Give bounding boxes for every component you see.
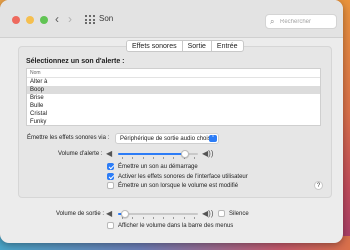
- list-item[interactable]: Alter à: [27, 78, 320, 86]
- alert-sound-list[interactable]: Nom Alter à Boop Brise Bulle Cristal Fun…: [26, 68, 321, 126]
- slider-tick: [173, 157, 175, 159]
- mute-row[interactable]: Silence: [218, 210, 249, 217]
- volume-feedback-checkbox[interactable]: [107, 182, 114, 189]
- slider-ticks: [118, 217, 198, 220]
- mute-label: Silence: [229, 210, 249, 217]
- slider-tick: [132, 157, 134, 159]
- show-all-grid-icon[interactable]: [85, 15, 97, 24]
- output-device-select[interactable]: Périphérique de sortie audio choisi ⌃: [115, 133, 219, 144]
- slider-tick: [183, 217, 185, 219]
- tab-output[interactable]: Sortie: [181, 41, 211, 51]
- menu-bar-volume-label: Afficher le volume dans la barre des men…: [118, 222, 234, 229]
- slider-tick: [163, 217, 165, 219]
- output-volume-label: Volume de sortie :: [56, 211, 105, 217]
- alert-sound-heading: Sélectionnez un son d'alerte :: [26, 58, 125, 65]
- volume-feedback-label: Émettre un son lorsque le volume est mod…: [118, 182, 239, 189]
- volume-low-icon: ◀: [106, 149, 113, 158]
- title-bar: ‹ › Son ⌕: [0, 0, 343, 38]
- list-item[interactable]: Brise: [27, 94, 320, 102]
- slider-tick: [142, 217, 144, 219]
- sound-preferences-window: ‹ › Son ⌕ Effets sonores Sortie Entrée S…: [0, 0, 343, 243]
- startup-sound-row[interactable]: Émettre un son au démarrage: [107, 163, 198, 170]
- popup-arrow-icon: ⌃: [209, 135, 217, 142]
- slider-tick: [152, 217, 154, 219]
- slider-fill: [118, 153, 186, 155]
- slider-tick: [163, 157, 165, 159]
- zoom-button[interactable]: [40, 16, 48, 24]
- slider-tick: [194, 217, 195, 219]
- search-box[interactable]: ⌕: [265, 14, 337, 29]
- list-column-header: Nom: [27, 69, 320, 78]
- back-button[interactable]: ‹: [55, 13, 59, 25]
- slider-tick: [132, 217, 134, 219]
- tab-bar: Effets sonores Sortie Entrée: [126, 40, 244, 52]
- menu-bar-volume-checkbox[interactable]: [107, 222, 114, 229]
- close-button[interactable]: [12, 16, 20, 24]
- list-item[interactable]: Cristal: [27, 110, 320, 118]
- slider-tick: [194, 157, 195, 159]
- list-item[interactable]: Bulle: [27, 102, 320, 110]
- slider-track: [118, 213, 198, 215]
- volume-feedback-row[interactable]: Émettre un son lorsque le volume est mod…: [107, 182, 238, 189]
- slider-tick: [173, 217, 175, 219]
- alert-volume-label: Volume d'alerte :: [58, 151, 103, 157]
- output-device-label: Émettre les effets sonores via :: [27, 135, 110, 141]
- slider-thumb[interactable]: [120, 210, 129, 218]
- alert-volume-slider[interactable]: [118, 149, 198, 159]
- mute-checkbox[interactable]: [218, 210, 225, 217]
- slider-tick: [142, 157, 144, 159]
- list-item[interactable]: Funky: [27, 118, 320, 126]
- output-device-value: Périphérique de sortie audio choisi: [120, 136, 213, 142]
- startup-sound-checkbox[interactable]: [107, 163, 114, 170]
- help-button[interactable]: ?: [314, 181, 323, 190]
- slider-tick: [152, 157, 154, 159]
- ui-sound-effects-label: Activer les effets sonores de l'interfac…: [118, 173, 248, 180]
- minimize-button[interactable]: [26, 16, 34, 24]
- forward-button[interactable]: ›: [68, 13, 72, 25]
- menu-bar-volume-row[interactable]: Afficher le volume dans la barre des men…: [107, 222, 233, 229]
- output-volume-slider[interactable]: [118, 209, 198, 219]
- search-input[interactable]: [280, 17, 335, 27]
- ui-sound-effects-row[interactable]: Activer les effets sonores de l'interfac…: [107, 173, 248, 180]
- list-item-selected[interactable]: Boop: [27, 86, 320, 94]
- window-title: Son: [99, 14, 114, 23]
- search-icon: ⌕: [270, 17, 275, 26]
- startup-sound-label: Émettre un son au démarrage: [118, 163, 198, 170]
- volume-low-icon: ◀: [106, 209, 113, 218]
- tab-input[interactable]: Entrée: [210, 41, 243, 51]
- slider-tick: [122, 157, 123, 159]
- tab-sound-effects[interactable]: Effets sonores: [127, 41, 182, 51]
- ui-sound-effects-checkbox[interactable]: [107, 173, 114, 180]
- volume-high-icon: ◀)): [202, 149, 214, 158]
- volume-high-icon: ◀)): [202, 209, 214, 218]
